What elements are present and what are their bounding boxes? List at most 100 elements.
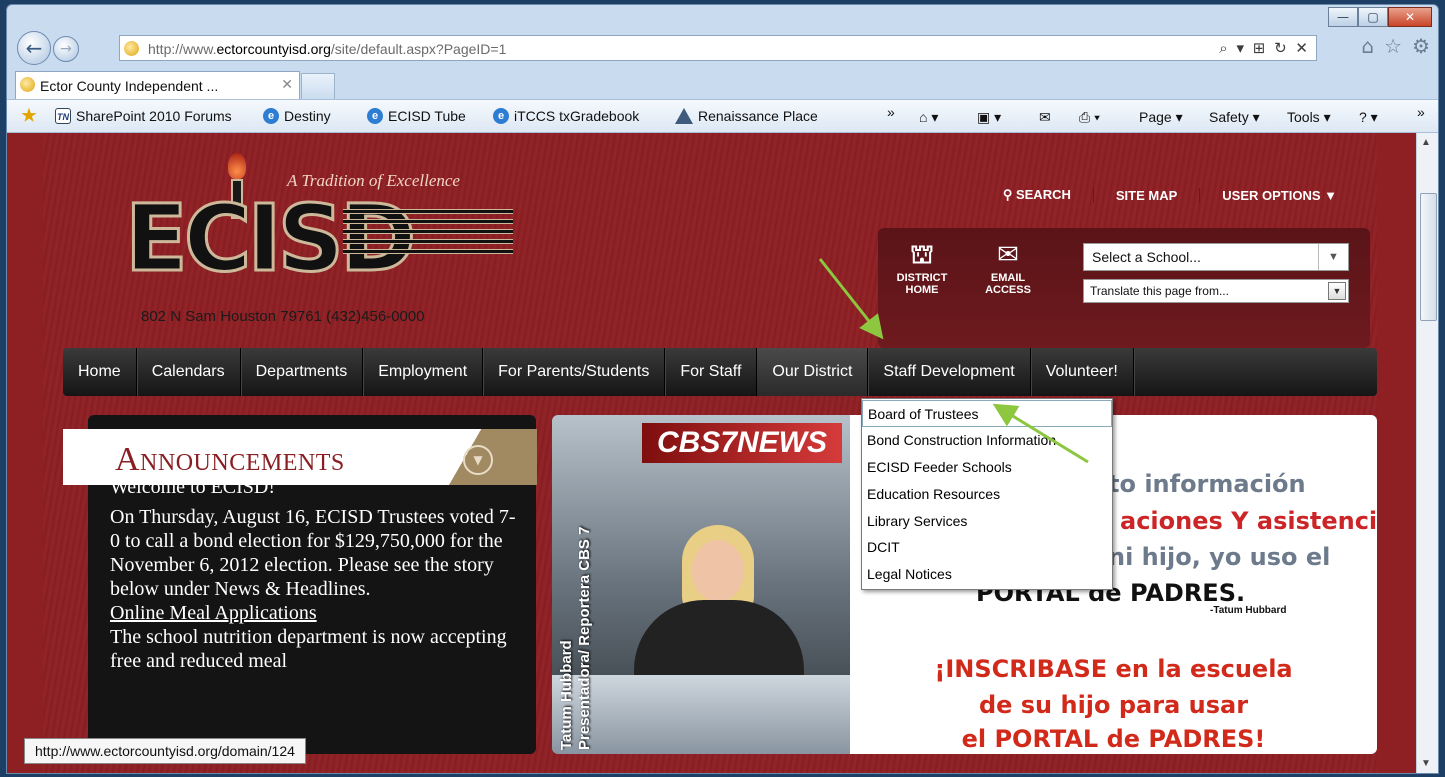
tn-icon: TN: [55, 108, 71, 124]
browser-right-icons: ⌂ ☆ ⚙: [1361, 34, 1430, 58]
promo-line: aciones Y asistencia: [1120, 507, 1377, 535]
safety-menu[interactable]: Safety ▾: [1209, 109, 1260, 126]
ie-icon: e: [263, 108, 279, 124]
add-favorite-icon: ★: [21, 106, 37, 125]
district-home-link[interactable]: ⛫ DISTRICT HOME: [879, 238, 965, 296]
search-label: SEARCH: [1015, 187, 1071, 202]
quick-label: HOME: [905, 284, 939, 296]
maximize-button[interactable]: ▢: [1358, 7, 1388, 27]
nav-volunteer[interactable]: Volunteer!: [1031, 348, 1134, 396]
dd-dcit[interactable]: DCIT: [862, 534, 1112, 561]
news-anchor-photo[interactable]: CBS7NEWS Tatum Hubbard Presentadora/ Rep…: [552, 415, 850, 754]
settings-gear-icon[interactable]: ⚙: [1412, 34, 1430, 58]
dd-legal-notices[interactable]: Legal Notices: [862, 561, 1112, 588]
renaissance-icon: [675, 108, 693, 124]
address-row: ← → http://www.ectorcountyisd.org/site/d…: [7, 27, 1438, 69]
dd-bond-construction[interactable]: Bond Construction Information: [862, 427, 1112, 454]
translate-select[interactable]: Translate this page from... ▼: [1083, 279, 1349, 303]
nav-departments[interactable]: Departments: [241, 348, 364, 396]
nav-for-staff[interactable]: For Staff: [665, 348, 758, 396]
vertical-scrollbar[interactable]: ▲ ▼: [1416, 133, 1438, 773]
address-tools-icons[interactable]: ⌕ ▾ ⊞ ↻ ✕: [1219, 39, 1310, 57]
dd-feeder-schools[interactable]: ECISD Feeder Schools: [862, 454, 1112, 481]
tab-row: Ector County Independent ... ✕: [7, 69, 1438, 99]
tab-close-icon[interactable]: ✕: [281, 76, 293, 93]
fav-label: SharePoint 2010 Forums: [76, 108, 232, 124]
announcement-text-2: The school nutrition department is now a…: [110, 626, 507, 672]
fav-itccs[interactable]: e iTCCS txGradebook: [493, 108, 639, 124]
forward-button[interactable]: →: [53, 36, 79, 62]
fav-label: ECISD Tube: [388, 108, 466, 124]
promo-line: de su hijo para usar: [978, 691, 1249, 719]
meal-applications-link[interactable]: Online Meal Applications: [110, 602, 317, 624]
announcement-heading: Welcome to ECISD!: [110, 485, 276, 497]
favorites-star-icon[interactable]: ☆: [1384, 34, 1402, 58]
scroll-thumb[interactable]: [1420, 193, 1437, 321]
email-access-link[interactable]: ✉ EMAIL ACCESS: [965, 238, 1051, 296]
announcement-text: On Thursday, August 16, ECISD Trustees v…: [110, 506, 516, 600]
browser-window: — ▢ ✕ ← → http://www.ectorcountyisd.org/…: [6, 4, 1439, 774]
dd-library-services[interactable]: Library Services: [862, 508, 1112, 535]
chevron-down-icon[interactable]: ▼: [463, 445, 493, 475]
nav-for-parents-students[interactable]: For Parents/Students: [483, 348, 666, 396]
url-domain: ectorcountyisd.org: [216, 41, 331, 57]
nav-home[interactable]: Home: [63, 348, 137, 396]
fav-ecisd-tube[interactable]: e ECISD Tube: [367, 108, 466, 124]
promo-signature: -Tatum Hubbard: [1210, 605, 1287, 616]
our-district-dropdown: Board of Trustees Bond Construction Info…: [861, 398, 1113, 591]
user-options-link[interactable]: USER OPTIONS ▼: [1199, 187, 1359, 203]
feeds-menu-icon[interactable]: ▣ ▾: [977, 109, 1001, 126]
fav-sharepoint[interactable]: TN SharePoint 2010 Forums: [55, 108, 232, 124]
utility-links: ⚲ SEARCH SITE MAP USER OPTIONS ▼: [981, 187, 1359, 203]
favorites-star-icon[interactable]: ★: [21, 106, 37, 125]
nav-our-district[interactable]: Our District: [757, 348, 869, 396]
help-menu-icon[interactable]: ? ▾: [1359, 109, 1378, 126]
print-menu-icon[interactable]: ⎙ ▾: [1079, 109, 1100, 126]
caption-name: Tatum Hubbard: [558, 640, 575, 750]
home-icon[interactable]: ⌂: [1361, 34, 1374, 58]
new-tab-button[interactable]: [301, 73, 335, 99]
tab-ector-county[interactable]: Ector County Independent ... ✕: [15, 71, 300, 99]
promo-line: el PORTAL de PADRES!: [961, 725, 1266, 753]
mail-icon[interactable]: ✉: [1039, 109, 1051, 126]
school-select[interactable]: Select a School... ▼: [1083, 243, 1349, 271]
scroll-down-icon[interactable]: ▼: [1421, 758, 1431, 769]
nav-staff-development[interactable]: Staff Development: [868, 348, 1031, 396]
fav-label: iTCCS txGradebook: [514, 108, 640, 124]
fav-label: Renaissance Place: [698, 108, 818, 124]
commands-overflow-icon[interactable]: »: [1417, 104, 1425, 120]
school-select-value: Select a School...: [1092, 249, 1201, 265]
address-bar[interactable]: http://www.ectorcountyisd.org/site/defau…: [119, 35, 1317, 61]
search-link[interactable]: ⚲ SEARCH: [981, 187, 1093, 203]
back-button[interactable]: ←: [17, 31, 51, 65]
fav-destiny[interactable]: e Destiny: [263, 108, 331, 124]
promo-line: to información: [1108, 470, 1306, 498]
favorites-overflow-icon[interactable]: »: [887, 104, 895, 120]
page-viewport: A Tradition of Excellence ECISD 802 N Sa…: [7, 133, 1416, 773]
dd-board-of-trustees[interactable]: Board of Trustees: [862, 400, 1112, 427]
nav-calendars[interactable]: Calendars: [137, 348, 241, 396]
page-menu[interactable]: Page ▾: [1139, 109, 1183, 126]
dd-education-resources[interactable]: Education Resources: [862, 481, 1112, 508]
url-prefix: http://www.: [148, 41, 217, 57]
ie-icon: e: [493, 108, 509, 124]
minimize-button[interactable]: —: [1328, 7, 1358, 27]
close-button[interactable]: ✕: [1388, 7, 1432, 27]
announcements-body: Welcome to ECISD! On Thursday, August 16…: [110, 485, 520, 673]
home-menu-icon[interactable]: ⌂ ▾: [919, 109, 938, 126]
site-address: 802 N Sam Houston 79761 (432)456-0000: [141, 308, 425, 325]
quick-label: DISTRICT: [896, 272, 948, 284]
district-home-icon: ⛫: [910, 240, 934, 270]
fav-renaissance[interactable]: Renaissance Place: [675, 108, 818, 124]
window-controls: — ▢ ✕: [1328, 7, 1432, 27]
chevron-down-icon: ▼: [1328, 282, 1346, 300]
ie-icon: e: [367, 108, 383, 124]
site-map-link[interactable]: SITE MAP: [1092, 187, 1199, 203]
scroll-up-icon[interactable]: ▲: [1421, 137, 1431, 148]
caption-title: Presentadora/ Reportera CBS 7: [576, 526, 593, 750]
tab-label: Ector County Independent ...: [40, 78, 219, 94]
tools-menu[interactable]: Tools ▾: [1287, 109, 1331, 126]
nav-employment[interactable]: Employment: [363, 348, 484, 396]
address-url[interactable]: http://www.ectorcountyisd.org/site/defau…: [148, 41, 506, 57]
tab-favicon-icon: [20, 77, 35, 92]
